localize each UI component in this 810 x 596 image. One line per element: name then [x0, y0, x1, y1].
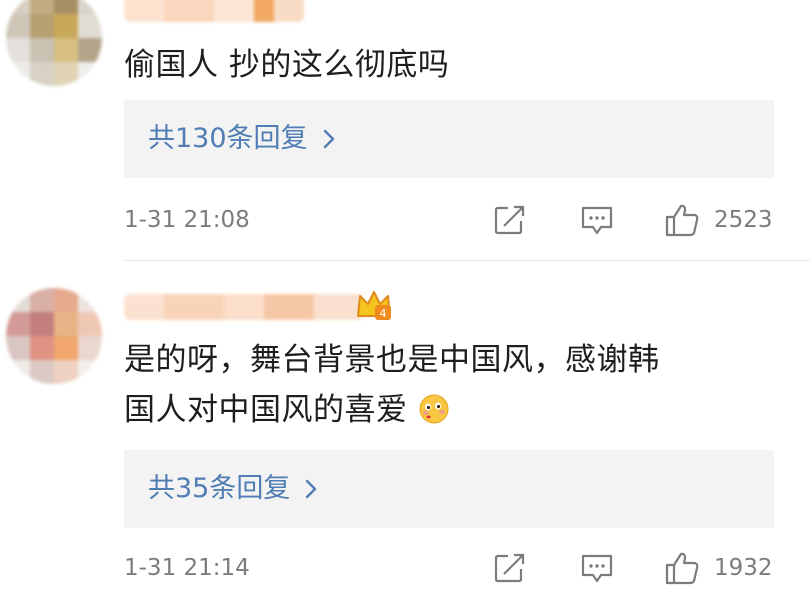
like-count: 1932: [714, 555, 773, 581]
view-replies-link[interactable]: 共35条回复: [148, 450, 318, 528]
username[interactable]: [124, 0, 304, 22]
avatar[interactable]: [6, 0, 102, 86]
username[interactable]: [124, 294, 364, 320]
comment-text: 偷国人 抄的这么彻底吗: [124, 47, 450, 83]
view-replies-link[interactable]: 共130条回复: [148, 100, 336, 178]
divider: [124, 260, 810, 261]
chevron-right-icon: [306, 479, 317, 499]
comment-text-line: 是的呀，舞台背景也是中国风，感谢韩: [124, 342, 660, 378]
like-button[interactable]: 2523: [664, 202, 773, 238]
comment-text-line: 国人对中国风的喜爱: [124, 385, 784, 435]
share-button[interactable]: [494, 553, 526, 583]
blush-kiss-emoji-icon: [419, 394, 449, 424]
reply-box: 共130条回复: [124, 100, 774, 178]
thumbs-up-icon: [665, 204, 699, 237]
comment-item: 偷国人 抄的这么彻底吗 共130条回复 1-31 21:08 2523: [0, 0, 810, 266]
comment-button[interactable]: [580, 553, 614, 585]
svg-text:4: 4: [380, 307, 387, 320]
chevron-right-icon: [323, 129, 334, 149]
replies-label: 共35条回复: [148, 473, 291, 504]
thumbs-up-icon: [665, 552, 699, 585]
share-icon: [494, 553, 525, 583]
replies-label: 共130条回复: [148, 123, 308, 154]
comment-text-line: 国人对中国风的喜爱: [124, 392, 408, 428]
avatar[interactable]: [6, 288, 102, 384]
comment-item: 4 是的呀，舞台背景也是中国风，感谢韩 国人对中国风的喜爱 共35条回复 1-3…: [0, 268, 810, 596]
timestamp: 1-31 21:08: [124, 207, 250, 233]
comment-text: 是的呀，舞台背景也是中国风，感谢韩 国人对中国风的喜爱: [124, 335, 784, 435]
comment-icon: [581, 206, 613, 235]
timestamp: 1-31 21:14: [124, 555, 250, 581]
share-icon: [494, 205, 525, 235]
reply-box: 共35条回复: [124, 450, 774, 528]
comment-button[interactable]: [580, 205, 614, 237]
like-button[interactable]: 1932: [664, 550, 773, 586]
like-count: 2523: [714, 207, 773, 233]
crown-badge-icon: 4: [357, 291, 391, 320]
share-button[interactable]: [494, 205, 526, 235]
comment-icon: [581, 554, 613, 583]
